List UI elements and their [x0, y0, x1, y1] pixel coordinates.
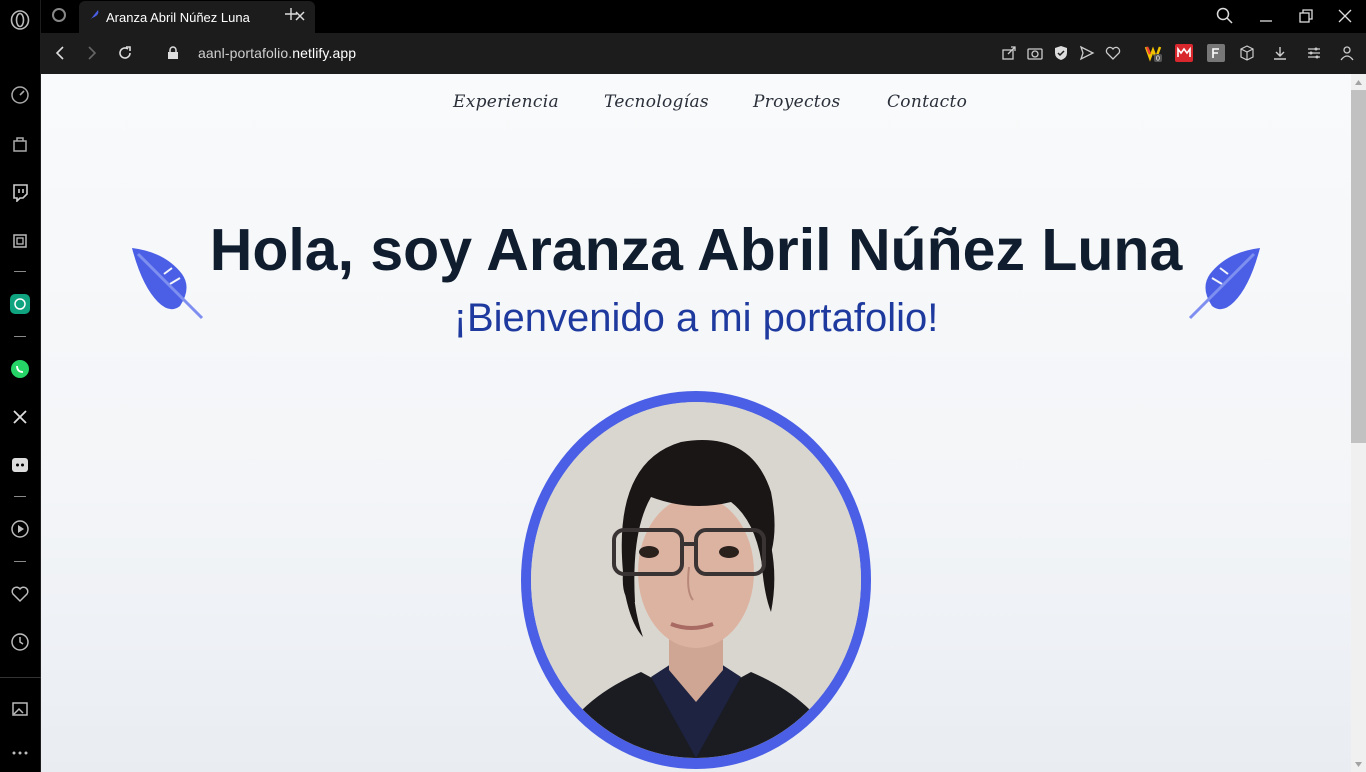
bag-icon[interactable]: [9, 133, 31, 155]
profile-photo-frame: [521, 391, 871, 769]
svg-text:0: 0: [1156, 56, 1160, 63]
gallery-icon[interactable]: [9, 698, 31, 720]
sidebar-separator: [14, 561, 26, 562]
sidebar-separator: [0, 677, 41, 678]
reload-icon[interactable]: [116, 44, 134, 62]
tab-title: Aranza Abril Núñez Luna | P: [106, 9, 252, 25]
more-icon[interactable]: [9, 742, 31, 764]
active-tab[interactable]: Aranza Abril Núñez Luna | P: [79, 1, 315, 33]
mega-extension-icon[interactable]: [1175, 44, 1193, 62]
nav-link-proyectos[interactable]: Proyectos: [753, 92, 840, 112]
history-icon[interactable]: [9, 631, 31, 653]
tab-strip: Aranza Abril Núñez Luna | P: [41, 0, 1366, 33]
new-tab-icon[interactable]: [283, 6, 299, 22]
feather-favicon-icon: [88, 8, 100, 26]
profile-photo: [531, 402, 861, 758]
wallet-extension-icon[interactable]: 0: [1144, 44, 1162, 62]
feather-icon: [1187, 246, 1262, 321]
back-icon[interactable]: [51, 44, 69, 62]
player-icon[interactable]: [9, 518, 31, 540]
sidebar-separator: [14, 496, 26, 497]
lock-icon[interactable]: [164, 44, 182, 62]
font-extension-icon[interactable]: [1207, 44, 1225, 62]
heart-icon[interactable]: [9, 583, 31, 605]
chatgpt-icon[interactable]: [9, 293, 31, 315]
send-icon[interactable]: [1078, 44, 1096, 62]
page-scrollbar[interactable]: [1351, 74, 1366, 772]
heart-bookmark-icon[interactable]: [1104, 44, 1122, 62]
hero-subtitle: ¡Bienvenido a mi portafolio!: [453, 296, 939, 340]
scroll-thumb[interactable]: [1351, 90, 1366, 443]
speed-dial-icon[interactable]: [9, 84, 31, 106]
share-icon[interactable]: [1000, 44, 1018, 62]
nav-link-tecnologias[interactable]: Tecnologías: [604, 92, 709, 112]
page-viewport: Experiencia Tecnologías Proyectos Contac…: [41, 74, 1351, 772]
sidebar-separator: [14, 271, 26, 272]
close-window-icon[interactable]: [1335, 6, 1355, 26]
site-nav: Experiencia Tecnologías Proyectos Contac…: [41, 92, 1351, 122]
restore-icon[interactable]: [1296, 6, 1316, 26]
forward-icon[interactable]: [83, 44, 101, 62]
whatsapp-icon[interactable]: [9, 358, 31, 380]
browser-sidebar: [0, 0, 41, 772]
x-twitter-icon[interactable]: [9, 406, 31, 428]
twitch-icon[interactable]: [9, 181, 31, 203]
minimize-icon[interactable]: [1256, 6, 1276, 26]
hero-title: Hola, soy Aranza Abril Núñez Luna: [209, 217, 1183, 283]
discord-icon[interactable]: [9, 454, 31, 476]
address-bar: aanl-portafolio.netlify.app 0: [41, 33, 1366, 74]
sidebar-separator: [14, 336, 26, 337]
nav-link-contacto[interactable]: Contacto: [887, 92, 967, 112]
nav-link-experiencia[interactable]: Experiencia: [453, 92, 559, 112]
url-field[interactable]: aanl-portafolio.netlify.app: [198, 45, 356, 61]
extensions-icon[interactable]: [9, 230, 31, 252]
profile-icon[interactable]: [1338, 44, 1356, 62]
easy-setup-icon[interactable]: [1305, 44, 1323, 62]
download-icon[interactable]: [1271, 44, 1289, 62]
cube-extension-icon[interactable]: [1238, 44, 1256, 62]
shield-icon[interactable]: [1052, 44, 1070, 62]
search-icon[interactable]: [1215, 6, 1235, 26]
scroll-up-icon[interactable]: [1354, 78, 1363, 87]
camera-icon[interactable]: [1026, 44, 1044, 62]
scroll-down-icon[interactable]: [1354, 760, 1363, 769]
tab-loading-icon: [51, 7, 67, 23]
opera-logo-icon[interactable]: [9, 9, 31, 31]
